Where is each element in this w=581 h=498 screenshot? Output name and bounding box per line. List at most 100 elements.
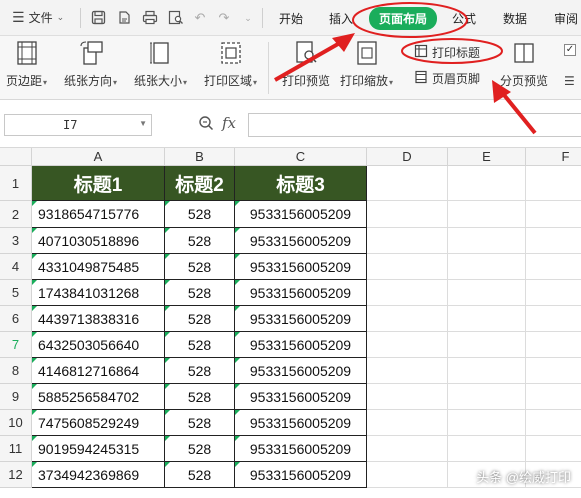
- row-header[interactable]: 1: [0, 166, 32, 201]
- empty-cell[interactable]: [448, 201, 526, 228]
- table-cell[interactable]: 4071030518896: [32, 228, 165, 254]
- empty-cell[interactable]: [526, 358, 581, 384]
- select-all-corner[interactable]: [0, 148, 32, 166]
- column-header-f[interactable]: F: [526, 148, 581, 166]
- file-menu[interactable]: ☰ 文件 ⌄: [12, 9, 64, 26]
- empty-cell[interactable]: [367, 166, 448, 201]
- table-cell[interactable]: 528: [165, 358, 235, 384]
- empty-cell[interactable]: [448, 254, 526, 280]
- table-header-cell[interactable]: 标题3: [235, 166, 367, 201]
- tab-home[interactable]: 开始: [279, 10, 303, 27]
- empty-cell[interactable]: [526, 228, 581, 254]
- tab-formulas[interactable]: 公式: [452, 10, 476, 27]
- table-cell[interactable]: 9533156005209: [235, 384, 367, 410]
- checkbox-icon[interactable]: ✓: [564, 44, 576, 56]
- export-pdf-icon[interactable]: [116, 10, 132, 26]
- table-cell[interactable]: 4146812716864: [32, 358, 165, 384]
- empty-cell[interactable]: [367, 358, 448, 384]
- empty-cell[interactable]: [526, 306, 581, 332]
- table-cell[interactable]: 528: [165, 254, 235, 280]
- empty-cell[interactable]: [526, 384, 581, 410]
- empty-cell[interactable]: [448, 306, 526, 332]
- table-cell[interactable]: 9533156005209: [235, 254, 367, 280]
- empty-cell[interactable]: [448, 436, 526, 462]
- table-cell[interactable]: 9533156005209: [235, 358, 367, 384]
- table-cell[interactable]: 4331049875485: [32, 254, 165, 280]
- table-cell[interactable]: 7475608529249: [32, 410, 165, 436]
- table-cell[interactable]: 528: [165, 306, 235, 332]
- print-titles-button[interactable]: 打印标题: [414, 44, 480, 61]
- zoom-icon[interactable]: [198, 115, 214, 134]
- table-cell[interactable]: 528: [165, 384, 235, 410]
- empty-cell[interactable]: [367, 410, 448, 436]
- page-break-preview-button[interactable]: 分页预览: [500, 40, 548, 89]
- empty-cell[interactable]: [367, 280, 448, 306]
- column-header-e[interactable]: E: [448, 148, 526, 166]
- empty-cell[interactable]: [448, 358, 526, 384]
- tab-insert[interactable]: 插入: [329, 10, 353, 27]
- print-icon[interactable]: [142, 10, 158, 26]
- empty-cell[interactable]: [448, 410, 526, 436]
- redo-icon[interactable]: ↷: [216, 10, 232, 26]
- tab-page-layout[interactable]: 页面布局: [369, 7, 438, 30]
- table-cell[interactable]: 528: [165, 436, 235, 462]
- row-header[interactable]: 9: [0, 384, 32, 410]
- formula-input[interactable]: [248, 113, 581, 137]
- row-header[interactable]: 4: [0, 254, 32, 280]
- table-header-cell[interactable]: 标题2: [165, 166, 235, 201]
- table-cell[interactable]: 6432503056640: [32, 332, 165, 358]
- empty-cell[interactable]: [448, 228, 526, 254]
- chevron-down-icon[interactable]: ⌄: [240, 10, 256, 26]
- table-cell[interactable]: 9318654715776: [32, 201, 165, 228]
- empty-cell[interactable]: [526, 436, 581, 462]
- name-box[interactable]: I7 ▼: [4, 114, 152, 136]
- more-icon[interactable]: ☰: [564, 74, 575, 88]
- row-header[interactable]: 3: [0, 228, 32, 254]
- empty-cell[interactable]: [526, 166, 581, 201]
- print-area-button[interactable]: 打印区域▾: [204, 40, 257, 89]
- empty-cell[interactable]: [526, 201, 581, 228]
- table-header-cell[interactable]: 标题1: [32, 166, 165, 201]
- tab-data[interactable]: 数据: [503, 10, 527, 27]
- table-cell[interactable]: 528: [165, 410, 235, 436]
- row-header[interactable]: 2: [0, 201, 32, 228]
- table-cell[interactable]: 528: [165, 201, 235, 228]
- table-cell[interactable]: 9019594245315: [32, 436, 165, 462]
- table-cell[interactable]: 1743841031268: [32, 280, 165, 306]
- row-header[interactable]: 10: [0, 410, 32, 436]
- table-cell[interactable]: 9533156005209: [235, 280, 367, 306]
- print-scale-button[interactable]: 打印缩放▾: [340, 40, 393, 89]
- table-cell[interactable]: 9533156005209: [235, 228, 367, 254]
- row-header[interactable]: 5: [0, 280, 32, 306]
- table-cell[interactable]: 4439713838316: [32, 306, 165, 332]
- table-cell[interactable]: 528: [165, 228, 235, 254]
- empty-cell[interactable]: [367, 384, 448, 410]
- table-cell[interactable]: 528: [165, 280, 235, 306]
- column-header-c[interactable]: C: [235, 148, 367, 166]
- empty-cell[interactable]: [526, 280, 581, 306]
- empty-cell[interactable]: [367, 436, 448, 462]
- empty-cell[interactable]: [448, 166, 526, 201]
- empty-cell[interactable]: [367, 462, 448, 488]
- row-header[interactable]: 6: [0, 306, 32, 332]
- row-header[interactable]: 11: [0, 436, 32, 462]
- header-footer-button[interactable]: 页眉页脚: [414, 70, 480, 87]
- empty-cell[interactable]: [448, 332, 526, 358]
- margins-button[interactable]: 页边距▾: [6, 40, 47, 89]
- table-cell[interactable]: 9533156005209: [235, 410, 367, 436]
- empty-cell[interactable]: [526, 254, 581, 280]
- empty-cell[interactable]: [367, 254, 448, 280]
- empty-cell[interactable]: [526, 410, 581, 436]
- table-cell[interactable]: 3734942369869: [32, 462, 165, 488]
- table-cell[interactable]: 9533156005209: [235, 332, 367, 358]
- empty-cell[interactable]: [448, 384, 526, 410]
- print-preview-icon[interactable]: [168, 10, 184, 26]
- empty-cell[interactable]: [448, 280, 526, 306]
- row-header[interactable]: 12: [0, 462, 32, 488]
- table-cell[interactable]: 9533156005209: [235, 462, 367, 488]
- column-header-a[interactable]: A: [32, 148, 165, 166]
- row-header[interactable]: 8: [0, 358, 32, 384]
- empty-cell[interactable]: [367, 228, 448, 254]
- table-cell[interactable]: 9533156005209: [235, 201, 367, 228]
- column-header-d[interactable]: D: [367, 148, 448, 166]
